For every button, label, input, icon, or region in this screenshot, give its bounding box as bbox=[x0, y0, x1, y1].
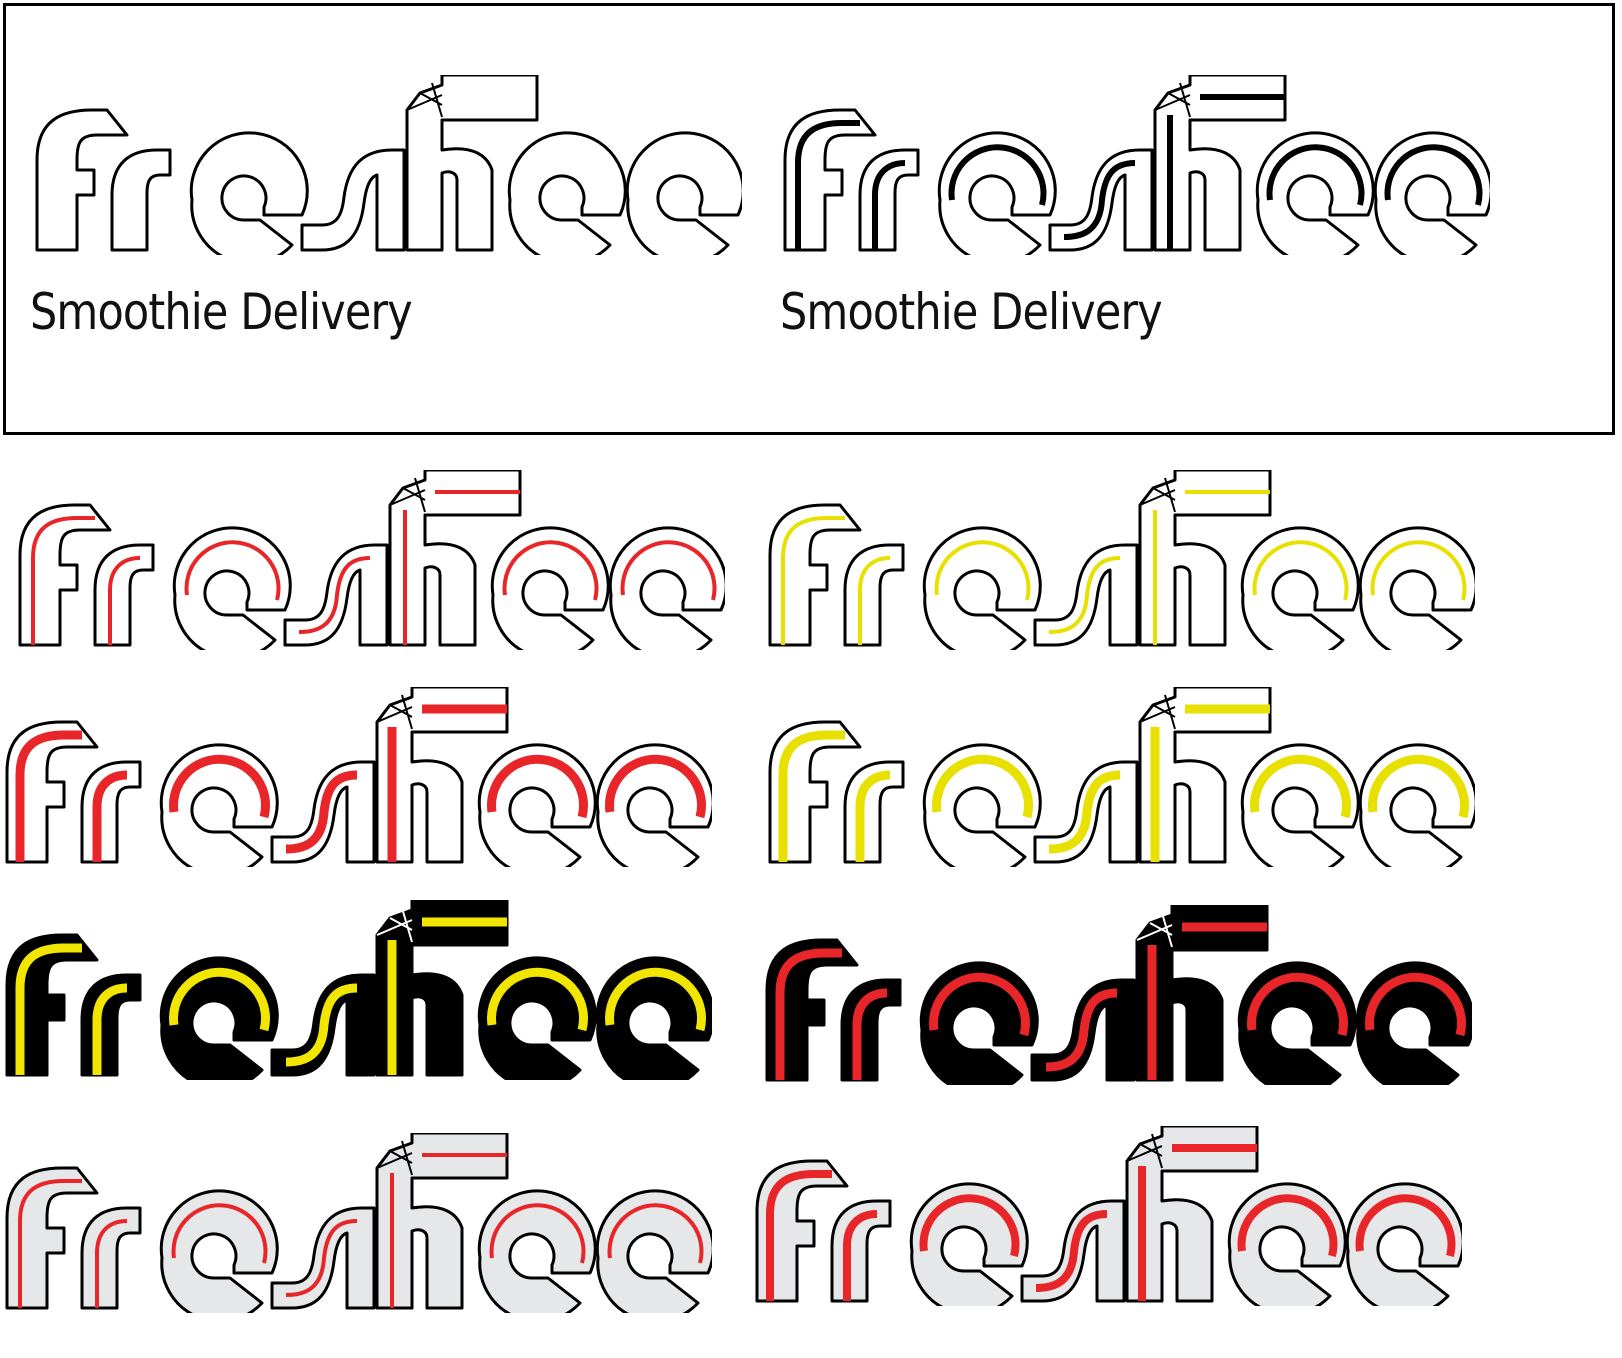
tagline-right: Smoothie Delivery bbox=[780, 283, 1163, 341]
freshee-logo-yellow-thin bbox=[768, 470, 1475, 650]
freshee-logo-grey-red-thin bbox=[5, 1133, 712, 1313]
freshee-logo-grey-red-thick bbox=[755, 1126, 1462, 1306]
freshee-logo-black-yellow bbox=[5, 900, 712, 1080]
freshee-logo-black-red bbox=[765, 905, 1472, 1085]
freshee-logo-outline-plain bbox=[35, 75, 742, 255]
freshee-logo-outline-black-stripe bbox=[783, 75, 1490, 255]
tagline-left: Smoothie Delivery bbox=[30, 283, 413, 341]
freshee-logo-yellow-thick bbox=[768, 687, 1475, 867]
freshee-logo-red-thick bbox=[5, 687, 712, 867]
freshee-logo-red-thin bbox=[18, 470, 725, 650]
